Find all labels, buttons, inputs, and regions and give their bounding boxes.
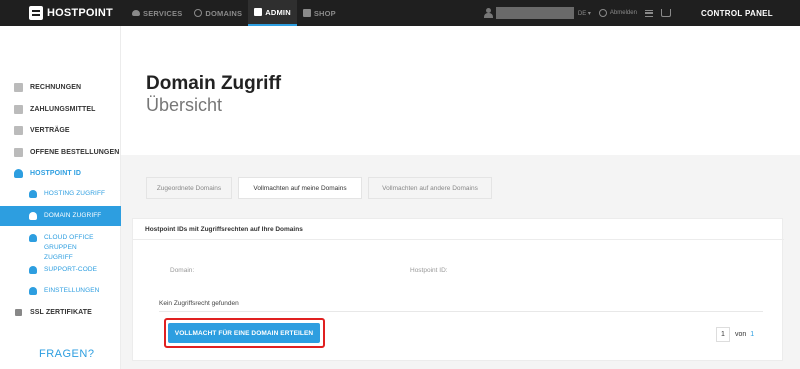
sidebar-item-label: OFFENE BESTELLUNGEN — [30, 148, 120, 156]
sidebar-item-offene-bestellungen[interactable]: OFFENE BESTELLUNGEN — [0, 147, 121, 157]
user-icon — [14, 168, 23, 178]
globe-icon — [194, 9, 203, 17]
chat-icon — [29, 266, 37, 274]
top-navigation-bar: HOSTPOINT SERVICES DOMAINS ADMIN SHOP DE… — [0, 0, 800, 26]
empty-state-text: Kein Zugriffsrecht gefunden — [159, 300, 239, 307]
language-select[interactable]: DE ▾ — [578, 10, 591, 17]
sidebar-item-vertraege[interactable]: VERTRÄGE — [0, 125, 121, 135]
power-icon[interactable] — [598, 9, 607, 17]
page-title: Domain Zugriff — [146, 73, 282, 94]
sidebar-item-label: RECHNUNGEN — [30, 83, 82, 91]
sidebar-subitem-hosting-zugriff[interactable]: HOSTING ZUGRIFF — [0, 189, 121, 199]
nav-shop-label: SHOP — [313, 8, 336, 18]
user-icon — [29, 190, 37, 198]
main-nav: SERVICES DOMAINS ADMIN SHOP — [126, 0, 342, 26]
nav-domains[interactable]: DOMAINS — [188, 0, 248, 26]
sidebar-item-zahlungsmittel[interactable]: ZAHLUNGSMITTEL — [0, 104, 121, 114]
column-header-domain: Domain: — [170, 267, 195, 274]
nav-services-label: SERVICES — [143, 8, 183, 18]
pagination: 1 von 1 — [716, 327, 754, 342]
control-panel-title: CONTROL PANEL — [700, 8, 773, 18]
hostpoint-logo-icon — [29, 6, 43, 20]
nav-admin-label: ADMIN — [265, 7, 291, 17]
sidebar-subitem-label: HOSTING ZUGRIFF — [44, 190, 106, 197]
panel-heading: Hostpoint IDs mit Zugriffsrechten auf Ih… — [133, 219, 784, 240]
sidebar-subitem-label-line1: CLOUD OFFICE GRUPPEN — [44, 234, 94, 251]
help-link[interactable]: FRAGEN? — [39, 348, 94, 360]
admin-icon — [254, 8, 263, 16]
user-icon — [29, 212, 37, 220]
lock-icon — [15, 308, 22, 316]
column-header-hostpoint-id: Hostpoint ID: — [410, 267, 448, 274]
page-header: Domain Zugriff Übersicht — [121, 26, 800, 155]
sidebar-item-rechnungen[interactable]: RECHNUNGEN — [0, 82, 121, 92]
sidebar-item-hostpoint-id[interactable]: HOSTPOINT ID — [0, 168, 121, 178]
pagination-of-label: von — [735, 331, 747, 338]
logout-link[interactable]: Abmelden — [610, 10, 637, 16]
nav-shop[interactable]: SHOP — [297, 0, 342, 26]
page-subtitle: Übersicht — [146, 95, 223, 115]
sidebar-item-label: ZAHLUNGSMITTEL — [30, 105, 96, 113]
invoice-icon — [14, 82, 23, 92]
cart-icon[interactable] — [660, 9, 671, 17]
sidebar-subitem-label: EINSTELLUNGEN — [44, 287, 100, 294]
pagination-total[interactable]: 1 — [750, 331, 754, 338]
brand-name: HOSTPOINT — [47, 7, 113, 19]
sidebar-subitem-label: SUPPORT-CODE — [44, 266, 98, 273]
shop-icon — [302, 9, 311, 17]
divider — [159, 311, 763, 312]
group-icon — [29, 234, 37, 242]
sidebar-item-label: VERTRÄGE — [30, 126, 70, 134]
hostpoint-logo[interactable]: HOSTPOINT — [29, 6, 126, 20]
sidebar-subitem-label-line2: ZUGRIFF — [44, 254, 73, 261]
sidebar-item-ssl-zertifikate[interactable]: SSL ZERTIFIKATE — [0, 307, 121, 317]
sidebar-subitem-domain-zugriff[interactable]: DOMAIN ZUGRIFF — [0, 206, 121, 226]
nav-services[interactable]: SERVICES — [126, 0, 188, 26]
gear-icon — [29, 287, 37, 295]
sidebar-subitem-cloud-office[interactable]: CLOUD OFFICE GRUPPEN ZUGRIFF — [0, 233, 121, 261]
order-icon — [14, 147, 23, 157]
sidebar-subitem-support-code[interactable]: SUPPORT-CODE — [0, 265, 121, 275]
sidebar-subitem-einstellungen[interactable]: EINSTELLUNGEN — [0, 286, 121, 296]
cloud-icon — [132, 10, 140, 16]
nav-admin[interactable]: ADMIN — [248, 0, 297, 26]
page-number-input[interactable]: 1 — [716, 327, 730, 342]
sidebar-subitem-label: DOMAIN ZUGRIFF — [44, 212, 102, 219]
nav-domains-label: DOMAINS — [205, 8, 243, 18]
user-icon — [483, 8, 493, 18]
sidebar: RECHNUNGEN ZAHLUNGSMITTEL VERTRÄGE OFFEN… — [0, 26, 121, 369]
tab-vollmachten-auf-meine-domains[interactable]: Vollmachten auf meine Domains — [238, 177, 362, 199]
tab-vollmachten-auf-andere-domains[interactable]: Vollmachten auf andere Domains — [368, 177, 492, 199]
top-right-controls: DE ▾ Abmelden CONTROL PANEL — [483, 0, 800, 26]
contract-icon — [14, 125, 23, 135]
payment-icon — [14, 104, 23, 114]
sidebar-subitem-label: CLOUD OFFICE GRUPPEN ZUGRIFF — [44, 233, 121, 263]
tab-zugeordnete-domains[interactable]: Zugeordnete Domains — [146, 177, 232, 199]
account-name-field[interactable] — [495, 7, 574, 19]
sidebar-item-label: SSL ZERTIFIKATE — [30, 308, 92, 316]
grant-domain-access-button[interactable]: VOLLMACHT FÜR EINE DOMAIN ERTEILEN — [168, 323, 320, 343]
sidebar-item-label: HOSTPOINT ID — [30, 169, 81, 177]
menu-icon[interactable] — [644, 9, 653, 17]
